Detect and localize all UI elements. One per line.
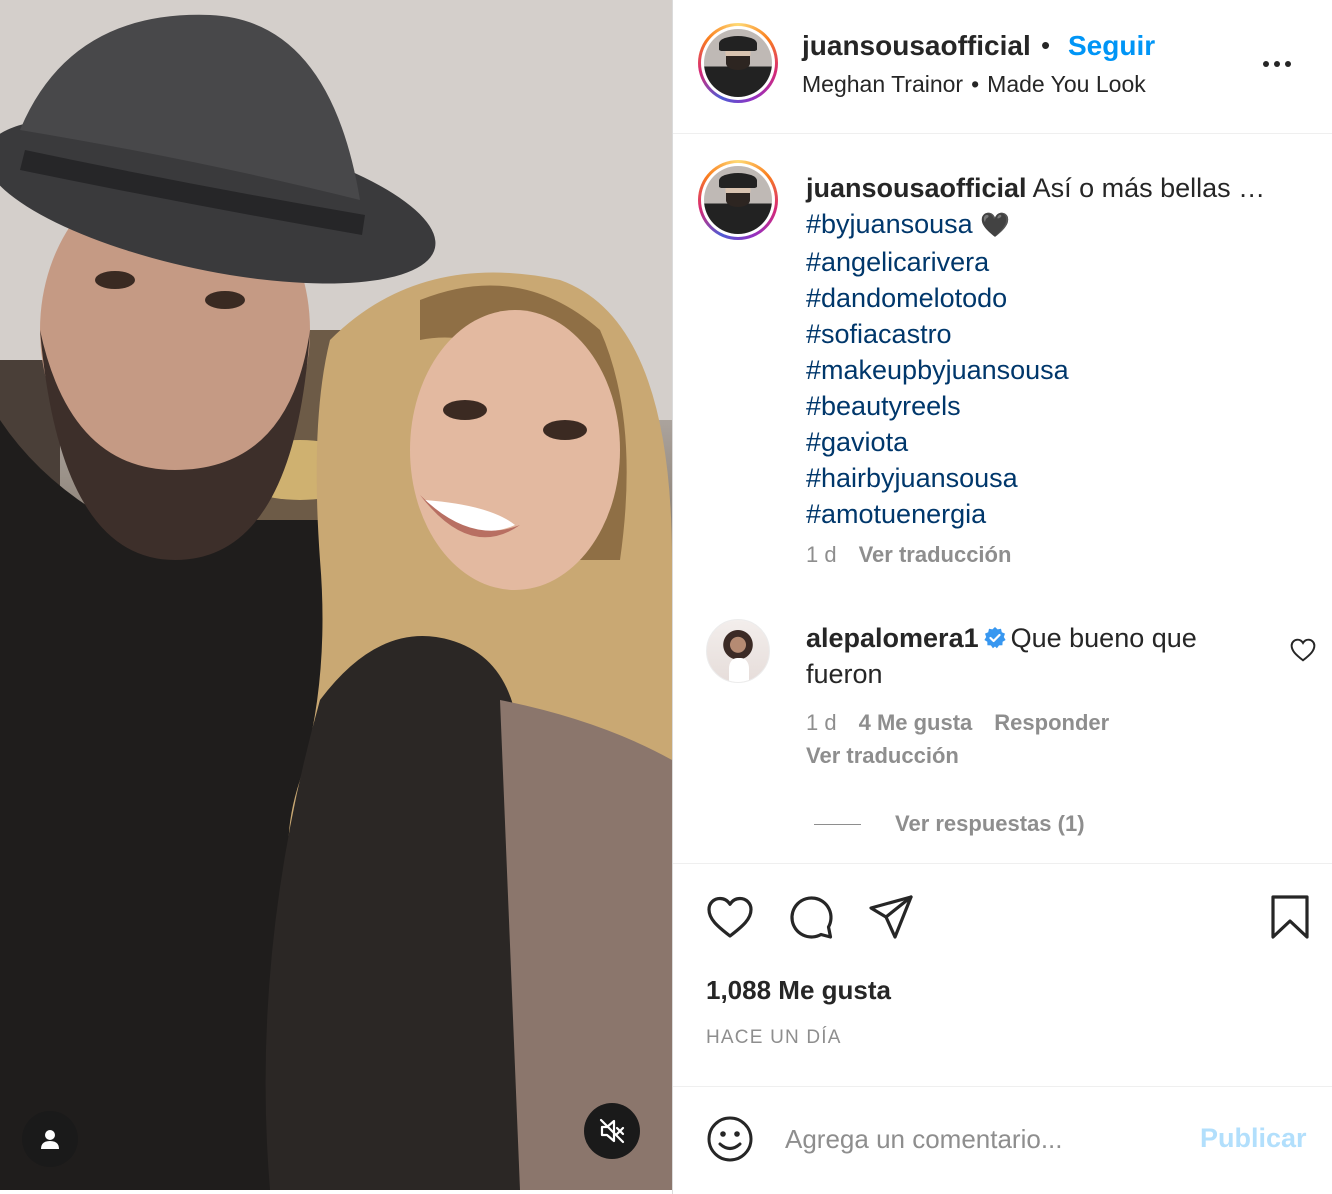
audio-song: Made You Look (987, 71, 1146, 97)
audio-artist: Meghan Trainor (802, 71, 964, 97)
caption-age[interactable]: 1 d (806, 542, 837, 567)
add-comment-form: Publicar (673, 1087, 1332, 1194)
hashtag-link[interactable]: #amotuenergia (806, 496, 1306, 532)
comment-button[interactable] (787, 893, 835, 941)
caption-text: juansousaofficial Así o más bellas … #by… (806, 170, 1306, 532)
audio-track[interactable]: Meghan Trainor • Made You Look (802, 71, 1146, 98)
more-icon (1263, 61, 1269, 67)
commenter-avatar[interactable] (706, 619, 770, 683)
caption-meta: 1 d Ver traducción (806, 542, 1011, 568)
hashtag-link[interactable]: #makeupbyjuansousa (806, 352, 1306, 388)
author-username[interactable]: juansousaofficial (802, 30, 1031, 62)
share-icon (869, 895, 913, 939)
hashtag-link[interactable]: #angelicarivera (806, 244, 1306, 280)
mute-toggle-button[interactable] (584, 1103, 640, 1159)
author-avatar[interactable] (698, 23, 778, 103)
view-replies-button[interactable]: Ver respuestas (1) (814, 811, 1085, 837)
post-header: juansousaofficial • Seguir Meghan Traino… (673, 0, 1332, 134)
post-media[interactable] (0, 0, 672, 1190)
black-heart-emoji: 🖤 (980, 212, 1011, 239)
bookmark-icon (1271, 895, 1309, 939)
actions-divider (673, 863, 1332, 864)
post-photo (0, 0, 672, 1190)
comment-reply-button[interactable]: Responder (994, 710, 1109, 735)
heart-outline-icon (1290, 638, 1316, 662)
caption-translate-link[interactable]: Ver traducción (859, 542, 1012, 567)
comment-input[interactable] (785, 1117, 1185, 1161)
publish-button[interactable]: Publicar (1200, 1123, 1307, 1154)
more-options-button[interactable] (1253, 50, 1301, 78)
comment-icon (790, 896, 833, 939)
commenter-username[interactable]: alepalomera1 (806, 623, 979, 653)
comment-likes[interactable]: 4 Me gusta (859, 710, 973, 735)
save-button[interactable] (1266, 893, 1314, 941)
view-replies-label: Ver respuestas (1) (895, 811, 1085, 836)
comment-text: alepalomera1 Que bueno que fueron (806, 620, 1246, 692)
replies-line (814, 823, 861, 825)
comment-meta: 1 d 4 Me gusta Responder (806, 710, 1109, 736)
emoji-icon[interactable] (706, 1115, 754, 1163)
comment-translate-link[interactable]: Ver traducción (806, 743, 959, 769)
hashtag-link[interactable]: #sofiacastro (806, 316, 1306, 352)
hashtag-link[interactable]: #dandomelotodo (806, 280, 1306, 316)
audio-separator: • (971, 71, 980, 97)
hashtag-link[interactable]: #gaviota (806, 424, 1306, 460)
caption-body: Así o más bellas … (1032, 173, 1266, 203)
muted-speaker-icon (599, 1118, 625, 1144)
post-details-panel: juansousaofficial • Seguir Meghan Traino… (673, 0, 1332, 1194)
comment-age[interactable]: 1 d (806, 710, 837, 735)
verified-badge-icon (984, 627, 1006, 649)
header-separator: • (1041, 30, 1051, 60)
hashtag-link[interactable]: #hairbyjuansousa (806, 460, 1306, 496)
follow-button[interactable]: Seguir (1068, 30, 1155, 62)
like-button[interactable] (706, 893, 754, 941)
caption-username[interactable]: juansousaofficial (806, 173, 1027, 203)
hashtag-link[interactable]: #byjuansousa 🖤 (806, 206, 1306, 244)
likes-count[interactable]: 1,088 Me gusta (706, 975, 891, 1006)
caption-author-avatar[interactable] (698, 160, 778, 240)
user-tag-button[interactable] (22, 1111, 78, 1167)
comment-like-button[interactable] (1290, 638, 1316, 662)
heart-icon (707, 896, 753, 938)
user-tag-icon (41, 1130, 59, 1149)
post-timestamp[interactable]: HACE UN DÍA (706, 1027, 842, 1049)
share-button[interactable] (867, 893, 915, 941)
hashtag-link[interactable]: #beautyreels (806, 388, 1306, 424)
